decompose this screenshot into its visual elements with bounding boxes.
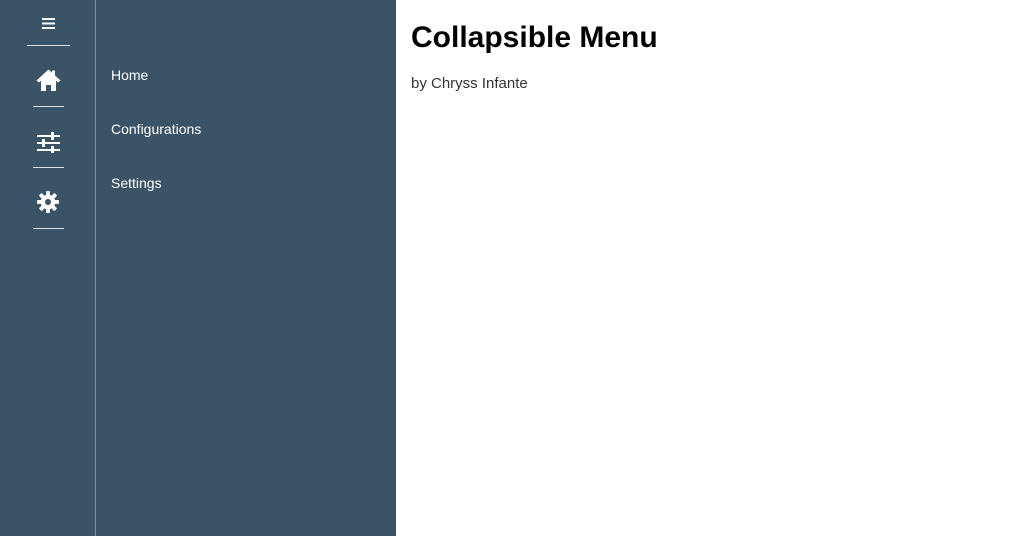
gear-icon [37, 191, 59, 213]
configurations-icon-button[interactable] [27, 125, 69, 159]
menu-item-home[interactable]: Home [111, 66, 148, 84]
settings-icon-button[interactable] [27, 185, 69, 219]
icon-sidebar [0, 0, 96, 536]
menu-panel: Home Configurations Settings [96, 0, 396, 536]
sliders-icon [36, 131, 60, 153]
author-byline: by Chryss Infante [411, 75, 528, 92]
home-icon-button[interactable] [27, 63, 69, 97]
menu-toggle-button[interactable] [27, 8, 69, 38]
rail-divider [27, 45, 70, 46]
app: Home Configurations Settings Collapsible… [0, 0, 1024, 536]
menu-item-configurations[interactable]: Configurations [111, 120, 201, 138]
rail-divider [33, 106, 64, 107]
rail-divider [33, 228, 64, 229]
page-title: Collapsible Menu [411, 21, 658, 54]
home-icon [36, 69, 60, 91]
rail-divider [33, 167, 64, 168]
main-content: Collapsible Menu by Chryss Infante [396, 0, 1024, 536]
menu-icon [41, 17, 55, 29]
menu-item-settings[interactable]: Settings [111, 174, 162, 192]
